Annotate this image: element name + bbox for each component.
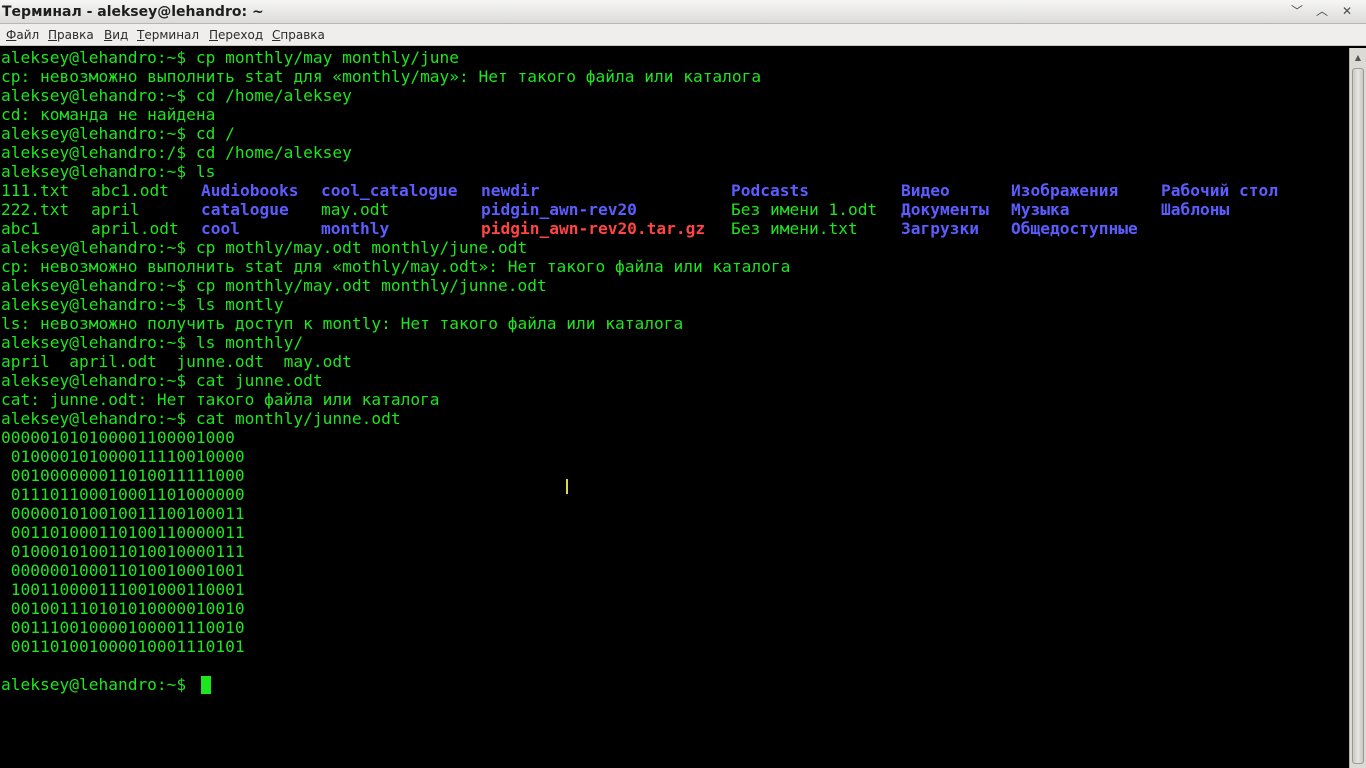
scrollbar-thumb[interactable]	[1352, 68, 1364, 764]
terminal-line: aleksey@lehandro:~$ cd /home/aleksey	[1, 86, 352, 105]
ls-entry-directory: newdir	[481, 181, 540, 200]
terminal-line: 000001010010011100100011	[1, 504, 245, 523]
ls-entry-directory: Рабочий стол	[1161, 181, 1278, 200]
terminal-output[interactable]: aleksey@lehandro:~$ cp monthly/may month…	[0, 48, 1349, 768]
ls-entry-file: abc1	[1, 219, 40, 238]
menu-mnemonic: В	[104, 28, 113, 42]
terminal-line: cp: невозможно выполнить stat для «month…	[1, 67, 762, 86]
ls-output-row: abc1 april.odt cool monthly pidgin_awn-r…	[1, 219, 1138, 238]
ls-entry-directory: Изображения	[1011, 181, 1119, 200]
terminal-line: aleksey@lehandro:~$ cp monthly/may month…	[1, 48, 460, 67]
menu-view[interactable]: Вид	[104, 27, 128, 43]
mouse-ibeam-cursor	[566, 479, 568, 494]
terminal-line: 010000101000011110010000	[1, 447, 245, 466]
terminal-line: 000000100011010010001001	[1, 561, 245, 580]
menu-label: ид	[112, 28, 129, 42]
terminal-line: 100110000111001000110001	[1, 580, 245, 599]
menu-bar: Файл Правка Вид Терминал Переход Справка	[0, 24, 1366, 46]
scroll-up-arrow-icon[interactable]: ▲	[1350, 50, 1366, 66]
terminal-line: aleksey@lehandro:~$ cat monthly/junne.od…	[1, 409, 401, 428]
ls-entry-directory: Шаблоны	[1161, 200, 1230, 219]
menu-mnemonic: П	[209, 28, 219, 42]
menu-label: правка	[280, 28, 325, 42]
ls-entry-directory: Загрузки	[901, 219, 979, 238]
ls-entry-file: april	[91, 200, 140, 219]
ls-entry-file: Без имени 1.odt	[731, 200, 878, 219]
menu-label: айл	[16, 28, 40, 42]
terminal-line: aleksey@lehandro:/$ cd /home/aleksey	[1, 143, 352, 162]
ls-entry-file: 222.txt	[1, 200, 70, 219]
terminal-line: 011101100010001101000000	[1, 485, 245, 504]
menu-go[interactable]: Переход	[209, 27, 263, 43]
ls-entry-file: may.odt	[321, 200, 390, 219]
terminal-line: aleksey@lehandro:~$ ls montly	[1, 295, 284, 314]
terminal-line: april april.odt junne.odt may.odt	[1, 352, 352, 371]
ls-entry-directory: cool	[201, 219, 240, 238]
terminal-line: 001001110101010000010010	[1, 599, 245, 618]
ls-entry-directory: Музыка	[1011, 200, 1070, 219]
terminal-line: aleksey@lehandro:~$ ls	[1, 162, 216, 181]
menu-edit[interactable]: Правка	[48, 27, 94, 43]
ls-entry-file: 111.txt	[1, 181, 70, 200]
terminal-line: aleksey@lehandro:~$ cp monthly/may.odt m…	[1, 276, 547, 295]
terminal-line: 010001010011010010000111	[1, 542, 245, 561]
ls-entry-file: april.odt	[91, 219, 179, 238]
terminal-line: ls: невозможно получить доступ к montly:…	[1, 314, 684, 333]
ls-entry-directory: Общедоступные	[1011, 219, 1138, 238]
menu-mnemonic: П	[48, 28, 58, 42]
terminal-line: 001000000011010011111000	[1, 466, 245, 485]
ls-entry-archive: pidgin_awn-rev20.tar.gz	[481, 219, 706, 238]
terminal-line: aleksey@lehandro:~$ cd /	[1, 124, 235, 143]
ls-entry-directory: catalogue	[201, 200, 289, 219]
menu-label: ерминал	[144, 28, 200, 42]
title-bar[interactable]: Терминал - aleksey@lehandro: ~ ﹀ ︿ ✕	[0, 0, 1366, 24]
terminal-line: 000001010100001100001000	[1, 428, 235, 447]
terminal-line: 001101001000010001110101	[1, 637, 245, 656]
ls-output-row: 222.txt april catalogue may.odt pidgin_a…	[1, 200, 1229, 219]
terminal-line: cat: junne.odt: Нет такого файла или кат…	[1, 390, 440, 409]
ls-entry-directory: pidgin_awn-rev20	[481, 200, 637, 219]
menu-help[interactable]: Справка	[272, 27, 325, 43]
menu-terminal[interactable]: Терминал	[137, 27, 199, 43]
terminal-line: aleksey@lehandro:~$ cat junne.odt	[1, 371, 323, 390]
minimize-button[interactable]: ﹀	[1288, 3, 1306, 20]
window-title: Терминал - aleksey@lehandro: ~	[2, 4, 264, 20]
vertical-scrollbar[interactable]: ▲	[1349, 48, 1366, 768]
prompt-line: aleksey@lehandro:~$	[1, 675, 196, 694]
terminal-line: 001101000110100110000011	[1, 523, 245, 542]
maximize-button[interactable]: ︿	[1313, 3, 1331, 20]
ls-entry-directory: cool_catalogue	[321, 181, 458, 200]
terminal-line: aleksey@lehandro:~$ ls monthly/	[1, 333, 304, 352]
ls-entry-directory: Видео	[901, 181, 950, 200]
ls-entry-file: abc1.odt	[91, 181, 169, 200]
terminal-line: cp: невозможно выполнить stat для «mothl…	[1, 257, 791, 276]
menu-file[interactable]: Файл	[6, 27, 39, 43]
ls-entry-directory: Audiobooks	[201, 181, 299, 200]
terminal-line: aleksey@lehandro:~$ cp mothly/may.odt mo…	[1, 238, 528, 257]
ls-entry-directory: monthly	[321, 219, 390, 238]
menu-mnemonic: Ф	[6, 28, 17, 42]
ls-output-row: 111.txt abc1.odt Audiobooks cool_catalog…	[1, 181, 1278, 200]
terminal-cursor	[201, 676, 211, 694]
terminal-line: 001110010000100001110010	[1, 618, 245, 637]
close-button[interactable]: ✕	[1338, 3, 1356, 20]
menu-label: равка	[57, 28, 94, 42]
ls-entry-directory: Документы	[901, 200, 989, 219]
ls-entry-file: Без имени.txt	[731, 219, 858, 238]
menu-label: ереход	[218, 28, 264, 42]
terminal-line: cd: команда не найдена	[1, 105, 216, 124]
terminal-window: Терминал - aleksey@lehandro: ~ ﹀ ︿ ✕ Фай…	[0, 0, 1366, 768]
ls-entry-directory: Podcasts	[731, 181, 809, 200]
